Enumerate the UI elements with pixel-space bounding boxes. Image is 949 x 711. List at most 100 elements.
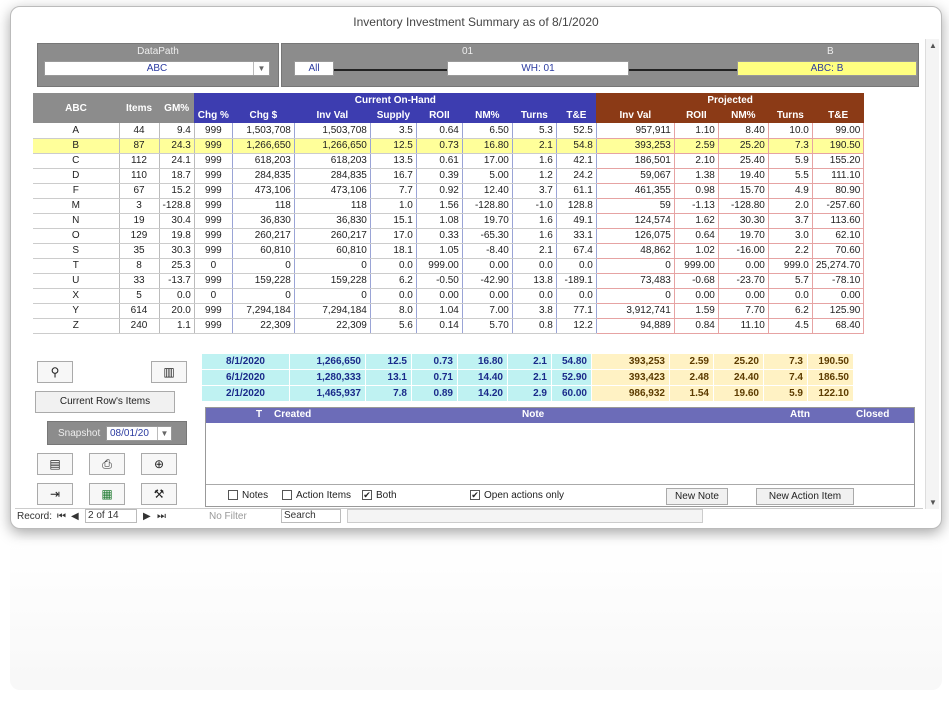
table-cell[interactable]: S <box>33 243 120 259</box>
table-cell[interactable]: 3 <box>119 198 160 214</box>
table-cell[interactable]: 0.00 <box>416 288 463 304</box>
table-cell[interactable]: -0.68 <box>674 273 719 289</box>
table-cell[interactable]: 18.7 <box>159 168 195 184</box>
table-cell[interactable]: 8.40 <box>718 123 769 139</box>
table-cell[interactable]: 0.0 <box>370 258 417 274</box>
summary-cell[interactable]: 7.8 <box>365 385 412 402</box>
col-header-projected[interactable]: T&E <box>812 108 864 123</box>
table-cell[interactable]: 0.98 <box>674 183 719 199</box>
table-cell[interactable]: 15.2 <box>159 183 195 199</box>
summary-date[interactable]: 6/1/2020 <box>201 369 290 386</box>
col-header-abc[interactable]: ABC <box>33 93 119 123</box>
search-input[interactable]: Search <box>281 509 341 523</box>
table-cell[interactable]: 3.7 <box>512 183 557 199</box>
table-cell[interactable]: 0.00 <box>674 288 719 304</box>
table-cell[interactable]: 3.0 <box>768 228 813 244</box>
table-cell[interactable]: 3.8 <box>512 303 557 319</box>
table-cell[interactable]: -65.30 <box>462 228 513 244</box>
table-cell[interactable]: 0 <box>596 288 675 304</box>
table-cell[interactable]: 24.2 <box>556 168 597 184</box>
table-cell[interactable]: 999 <box>194 303 233 319</box>
summary-date[interactable]: 8/1/2020 <box>201 353 290 370</box>
summary-cell[interactable]: 986,932 <box>591 385 670 402</box>
table-cell[interactable]: 260,217 <box>232 228 295 244</box>
summary-cell[interactable]: 393,253 <box>591 353 670 370</box>
table-cell[interactable]: A <box>33 123 120 139</box>
table-cell[interactable]: 0 <box>232 288 295 304</box>
table-cell[interactable]: -42.90 <box>462 273 513 289</box>
table-cell[interactable]: 77.1 <box>556 303 597 319</box>
table-cell[interactable]: 87 <box>119 138 160 154</box>
table-cell[interactable]: -78.10 <box>812 273 865 289</box>
table-cell[interactable]: 7.3 <box>768 138 813 154</box>
table-cell[interactable]: 1,266,650 <box>294 138 371 154</box>
table-cell[interactable]: -16.00 <box>718 243 769 259</box>
table-cell[interactable]: 7,294,184 <box>294 303 371 319</box>
table-row[interactable]: X 5 0.0 0 0 0 0.0 0.00 0.00 0.0 0.0 0 0.00 0.00 0.0 0.0… <box>33 288 865 304</box>
table-cell[interactable]: 3,912,741 <box>596 303 675 319</box>
table-cell[interactable]: 0.00 <box>718 288 769 304</box>
table-cell[interactable]: 0 <box>596 258 675 274</box>
table-cell[interactable]: 260,217 <box>294 228 371 244</box>
exit-icon[interactable]: ⇥ <box>37 483 73 505</box>
table-cell[interactable]: 94,889 <box>596 318 675 334</box>
table-cell[interactable]: 24.3 <box>159 138 195 154</box>
table-cell[interactable]: 0.00 <box>718 258 769 274</box>
table-cell[interactable]: 0.0 <box>768 288 813 304</box>
table-cell[interactable]: 24.1 <box>159 153 195 169</box>
summary-cell[interactable]: 190.50 <box>807 353 854 370</box>
col-header-current[interactable]: Chg % <box>194 108 233 123</box>
summary-cell[interactable]: 122.10 <box>807 385 854 402</box>
summary-cell[interactable]: 186.50 <box>807 369 854 386</box>
summary-cell[interactable]: 16.80 <box>457 353 508 370</box>
snapshot-select[interactable]: 08/01/20 ▼ <box>106 426 172 441</box>
table-cell[interactable]: 2.2 <box>768 243 813 259</box>
table-cell[interactable]: -0.50 <box>416 273 463 289</box>
table-cell[interactable]: 11.10 <box>718 318 769 334</box>
hierarchy-node-abc[interactable]: ABC: B <box>737 61 917 76</box>
table-cell[interactable]: 999 <box>194 123 233 139</box>
table-cell[interactable]: 20.0 <box>159 303 195 319</box>
table-cell[interactable]: -23.70 <box>718 273 769 289</box>
summary-cell[interactable]: 52.90 <box>551 369 592 386</box>
table-cell[interactable]: 999 <box>194 183 233 199</box>
summary-cell[interactable]: 60.00 <box>551 385 592 402</box>
col-header-current[interactable]: NM% <box>462 108 513 123</box>
table-cell[interactable]: 5.00 <box>462 168 513 184</box>
table-cell[interactable]: 999 <box>194 243 233 259</box>
table-cell[interactable]: 59 <box>596 198 675 214</box>
table-cell[interactable]: 67.4 <box>556 243 597 259</box>
table-cell[interactable]: 48,862 <box>596 243 675 259</box>
table-cell[interactable]: Z <box>33 318 120 334</box>
summary-cell[interactable]: 14.20 <box>457 385 508 402</box>
summary-cell[interactable]: 25.20 <box>713 353 764 370</box>
table-cell[interactable]: 1,503,708 <box>294 123 371 139</box>
table-row[interactable]: C 112 24.1 999 618,203 618,203 13.5 0.61 17.00 1.… <box>33 153 865 169</box>
table-cell[interactable]: 19.70 <box>462 213 513 229</box>
table-cell[interactable]: 61.1 <box>556 183 597 199</box>
table-cell[interactable]: 1.6 <box>512 213 557 229</box>
table-cell[interactable]: 999.00 <box>674 258 719 274</box>
table-cell[interactable]: 68.40 <box>812 318 865 334</box>
notes-col-closed[interactable]: Closed <box>856 409 889 420</box>
print-icon[interactable]: ⎙ <box>89 453 125 475</box>
summary-cell[interactable]: 2.1 <box>507 369 552 386</box>
both-checkbox[interactable]: ✔ Both <box>362 490 397 501</box>
summary-cell[interactable]: 7.4 <box>763 369 808 386</box>
table-row[interactable]: F 67 15.2 999 473,106 473,106 7.7 0.92 12.40 3.7 6… <box>33 183 865 199</box>
table-cell[interactable]: 0 <box>194 258 233 274</box>
table-cell[interactable]: 999.0 <box>768 258 813 274</box>
table-cell[interactable]: 0.0 <box>556 288 597 304</box>
table-cell[interactable]: 1.62 <box>674 213 719 229</box>
summary-cell[interactable]: 13.1 <box>365 369 412 386</box>
table-cell[interactable]: 80.90 <box>812 183 865 199</box>
table-cell[interactable]: 112 <box>119 153 160 169</box>
table-row[interactable]: U 33 -13.7 999 159,228 159,228 6.2 -0.50 -42.90 1… <box>33 273 865 289</box>
table-cell[interactable]: -128.8 <box>159 198 195 214</box>
table-cell[interactable]: B <box>33 138 120 154</box>
action-items-checkbox[interactable]: Action Items <box>282 490 351 501</box>
table-cell[interactable]: 190.50 <box>812 138 865 154</box>
table-cell[interactable]: 129 <box>119 228 160 244</box>
table-cell[interactable]: 118 <box>232 198 295 214</box>
notes-col-created[interactable]: Created <box>274 409 311 420</box>
